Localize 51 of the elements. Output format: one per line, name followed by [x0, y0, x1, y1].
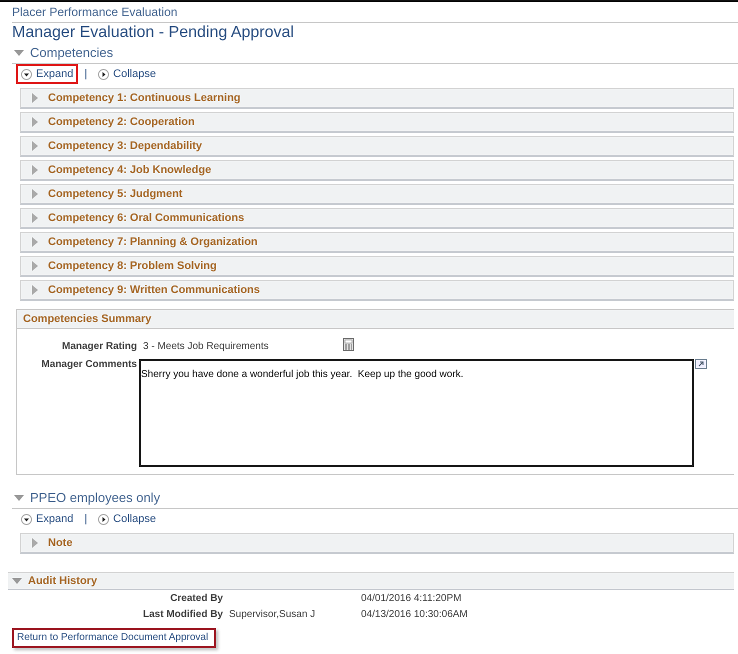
collapse-all-link[interactable]: Collapse: [93, 64, 161, 84]
collapsible-row[interactable]: Competency 7: Planning & Organization: [20, 232, 734, 253]
date-time: 04/13/2016 10:30:06AM: [361, 608, 468, 620]
collapsed-triangle-icon[interactable]: [30, 538, 40, 548]
collapsible-row[interactable]: Note: [20, 533, 734, 554]
collapsed-triangle-icon[interactable]: [30, 93, 40, 103]
expand-field-icon[interactable]: [695, 359, 707, 369]
field-label: Created By: [169, 592, 223, 604]
collapse-all-link[interactable]: Collapse: [93, 509, 161, 529]
collapsed-triangle-icon[interactable]: [30, 285, 40, 295]
field-label: Last Modified By: [142, 608, 223, 620]
expanded-triangle-icon[interactable]: [12, 576, 22, 586]
user-name: Supervisor,Susan J: [229, 608, 316, 620]
collapsible-row[interactable]: Competency 2: Cooperation: [20, 112, 734, 133]
collapsible-row[interactable]: Competency 4: Job Knowledge: [20, 160, 734, 181]
collapsed-triangle-icon[interactable]: [30, 117, 40, 127]
separator-text: |: [84, 513, 88, 525]
section-header[interactable]: Competencies: [12, 44, 738, 64]
collapse-circle-icon[interactable]: [98, 68, 110, 80]
collapsible-row[interactable]: Competency 6: Oral Communications: [20, 208, 734, 229]
collapsible-row[interactable]: Competency 5: Judgment: [20, 184, 734, 205]
breadcrumb-text: Placer Performance Evaluation: [12, 5, 738, 23]
collapsed-triangle-icon[interactable]: [30, 237, 40, 247]
collapsed-triangle-icon[interactable]: [30, 141, 40, 151]
calculator-icon[interactable]: [343, 338, 354, 351]
collapsed-triangle-icon[interactable]: [30, 261, 40, 271]
audit-header[interactable]: Audit History: [8, 572, 734, 590]
page-title: Manager Evaluation - Pending Approval: [12, 24, 295, 42]
field-label: Manager Comments: [40, 359, 137, 370]
collapsed-triangle-icon[interactable]: [30, 213, 40, 223]
panel-header: Competencies Summary: [17, 310, 734, 329]
expanded-triangle-icon[interactable]: [14, 492, 24, 502]
expand-all-link[interactable]: Expand: [16, 64, 78, 84]
collapse-circle-icon[interactable]: [98, 514, 110, 524]
section-header[interactable]: PPEO employees only: [12, 489, 738, 509]
date-time: 04/01/2016 4:11:20PM: [361, 592, 462, 604]
comments-field[interactable]: Sherry you have done a wonderful job this year. Keep up the good work.: [139, 359, 694, 467]
return-link[interactable]: Return to Performance Document Approval: [12, 628, 216, 648]
collapsible-row[interactable]: Competency 3: Dependability: [20, 136, 734, 157]
collapsed-triangle-icon[interactable]: [30, 165, 40, 175]
expand-circle-icon[interactable]: [21, 514, 32, 524]
expanded-triangle-icon[interactable]: [14, 48, 24, 58]
separator-text: |: [84, 68, 88, 80]
rating-value: 3 - Meets Job Requirements: [143, 341, 270, 352]
expand-circle-icon[interactable]: [21, 68, 32, 80]
collapsible-row[interactable]: Competency 8: Problem Solving: [20, 256, 734, 277]
collapsed-triangle-icon[interactable]: [30, 189, 40, 199]
collapsible-row[interactable]: Competency 1: Continuous Learning: [20, 88, 734, 109]
field-label: Manager Rating: [60, 341, 137, 352]
collapsible-row[interactable]: Competency 9: Written Communications: [20, 280, 734, 301]
expand-all-link[interactable]: Expand: [16, 509, 78, 529]
